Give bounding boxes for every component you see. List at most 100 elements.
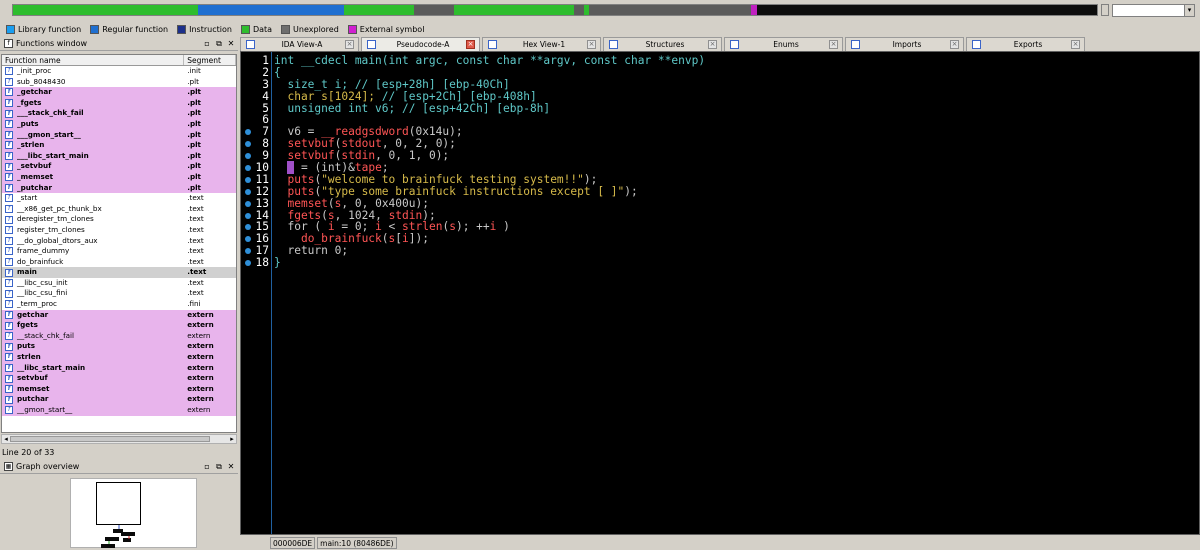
navbar-segment[interactable] (573, 5, 584, 15)
function-row[interactable]: f setvbuf extern (2, 373, 236, 384)
breakpoint-dot-icon[interactable] (245, 188, 251, 195)
functions-window-titlebar[interactable]: f Functions window ▫ ⧉ ✕ (0, 37, 238, 51)
restore-icon[interactable]: ▫ (202, 39, 212, 48)
navbar-segment[interactable] (588, 5, 751, 15)
function-row[interactable]: f deregister_tm_clones .text (2, 214, 236, 225)
navigation-bar[interactable] (12, 4, 1098, 16)
function-row[interactable]: f _putchar .plt (2, 182, 236, 194)
horizontal-scrollbar[interactable]: ◂ ▸ (1, 434, 237, 444)
navigation-combo[interactable]: ▾ (1112, 4, 1195, 17)
function-row[interactable]: f __x86_get_pc_thunk_bx .text (2, 204, 236, 215)
function-name-cell[interactable]: f strlen (2, 352, 184, 363)
function-row[interactable]: f putchar extern (2, 394, 236, 405)
breakpoint-dot-icon[interactable] (245, 200, 251, 207)
tab-ida-view-a[interactable]: IDA View-A × (240, 37, 359, 51)
column-segment[interactable]: Segment (184, 55, 236, 65)
function-name-cell[interactable]: f __libc_start_main (2, 363, 184, 374)
close-icon[interactable]: ✕ (226, 39, 236, 48)
function-name-cell[interactable]: f _setvbuf (2, 161, 184, 172)
functions-table[interactable]: Function name Segment f _init_proc .init f s… (1, 54, 237, 433)
function-name-cell[interactable]: f do_brainfuck (2, 257, 184, 268)
function-row[interactable]: f __do_global_dtors_aux .text (2, 236, 236, 247)
function-row[interactable]: f _init_proc .init (2, 66, 236, 77)
function-name-cell[interactable]: f register_tm_clones (2, 225, 184, 236)
function-row[interactable]: f memset extern (2, 383, 236, 395)
chevron-down-icon[interactable]: ▾ (1184, 5, 1194, 16)
close-icon[interactable]: ✕ (226, 462, 236, 471)
function-row[interactable]: f fgets extern (2, 320, 236, 331)
function-name-cell[interactable]: f frame_dummy (2, 246, 184, 257)
tab-close-icon[interactable]: × (345, 40, 354, 49)
tab-exports[interactable]: Exports × (966, 37, 1085, 51)
function-name-cell[interactable]: f ___stack_chk_fail (2, 108, 184, 119)
function-name-cell[interactable]: f fgets (2, 320, 184, 331)
function-row[interactable]: f __libc_start_main extern (2, 362, 236, 374)
column-function-name[interactable]: Function name (2, 55, 185, 65)
function-name-cell[interactable]: f main (2, 267, 184, 278)
tab-close-icon[interactable]: × (466, 40, 475, 49)
function-name-cell[interactable]: f __x86_get_pc_thunk_bx (2, 204, 184, 215)
navbar-segment[interactable] (756, 5, 1097, 15)
navbar-segment[interactable] (344, 5, 415, 15)
breakpoint-dot-icon[interactable] (245, 129, 251, 136)
function-name-cell[interactable]: f ___gmon_start__ (2, 130, 184, 141)
function-row[interactable]: f puts extern (2, 341, 236, 353)
navbar-segment[interactable] (454, 5, 574, 15)
function-row[interactable]: f _puts .plt (2, 118, 236, 130)
tab-close-icon[interactable]: × (708, 40, 717, 49)
breakpoint-dot-icon[interactable] (245, 165, 251, 172)
function-row[interactable]: f ___gmon_start__ .plt (2, 129, 236, 141)
function-name-cell[interactable]: f _puts (2, 119, 184, 130)
function-row[interactable]: f _start .text (2, 193, 236, 204)
scrollbar-thumb[interactable] (10, 436, 210, 442)
tab-pseudocode-a[interactable]: Pseudocode-A × (361, 37, 480, 51)
function-name-cell[interactable]: f _term_proc (2, 299, 184, 310)
float-icon[interactable]: ⧉ (214, 462, 224, 472)
function-name-cell[interactable]: f _putchar (2, 183, 184, 194)
function-name-cell[interactable]: f __libc_csu_fini (2, 288, 184, 299)
tab-hex-view-1[interactable]: Hex View-1 × (482, 37, 601, 51)
function-row[interactable]: f __gmon_start__ extern (2, 405, 236, 416)
tab-close-icon[interactable]: × (829, 40, 838, 49)
function-row[interactable]: f _getchar .plt (2, 87, 236, 98)
navbar-segment[interactable] (13, 5, 198, 15)
function-row[interactable]: f do_brainfuck .text (2, 257, 236, 268)
function-row[interactable]: f ___libc_start_main .plt (2, 150, 236, 162)
function-name-cell[interactable]: f sub_8048430 (2, 77, 184, 88)
function-name-cell[interactable]: f ___libc_start_main (2, 151, 184, 162)
function-name-cell[interactable]: f _strlen (2, 140, 184, 151)
tab-imports[interactable]: Imports × (845, 37, 964, 51)
navigation-arrow-icon[interactable] (1101, 4, 1109, 16)
function-row[interactable]: f frame_dummy .text (2, 246, 236, 257)
breakpoint-dot-icon[interactable] (245, 141, 251, 148)
scroll-right-icon[interactable]: ▸ (228, 435, 236, 443)
function-name-cell[interactable]: f deregister_tm_clones (2, 214, 184, 225)
function-name-cell[interactable]: f putchar (2, 394, 184, 405)
function-name-cell[interactable]: f __gmon_start__ (2, 405, 184, 416)
function-row[interactable]: f strlen extern (2, 352, 236, 363)
tab-close-icon[interactable]: × (1071, 40, 1080, 49)
function-row[interactable]: f __libc_csu_fini .text (2, 288, 236, 299)
graph-overview-canvas[interactable] (70, 478, 197, 548)
function-name-cell[interactable]: f _init_proc (2, 66, 184, 77)
breakpoint-dot-icon[interactable] (245, 176, 251, 183)
function-row[interactable]: f register_tm_clones .text (2, 225, 236, 236)
function-row[interactable]: f _fgets .plt (2, 97, 236, 109)
restore-icon[interactable]: ▫ (202, 462, 212, 471)
tab-close-icon[interactable]: × (950, 40, 959, 49)
tab-enums[interactable]: Enums × (724, 37, 843, 51)
tab-structures[interactable]: Structures × (603, 37, 722, 51)
function-name-cell[interactable]: f getchar (2, 310, 184, 321)
function-row[interactable]: f __libc_csu_init .text (2, 278, 236, 289)
function-name-cell[interactable]: f __stack_chk_fail (2, 331, 184, 342)
breakpoint-dot-icon[interactable] (245, 212, 251, 219)
float-icon[interactable]: ⧉ (214, 39, 224, 49)
breakpoint-dot-icon[interactable] (245, 236, 251, 243)
breakpoint-dot-icon[interactable] (245, 248, 251, 255)
function-row[interactable]: f sub_8048430 .plt (2, 77, 236, 88)
function-name-cell[interactable]: f _start (2, 193, 184, 204)
scroll-left-icon[interactable]: ◂ (2, 435, 10, 443)
breakpoint-dot-icon[interactable] (245, 224, 251, 231)
function-row[interactable]: f _memset .plt (2, 171, 236, 183)
function-row[interactable]: f getchar extern (2, 309, 236, 321)
